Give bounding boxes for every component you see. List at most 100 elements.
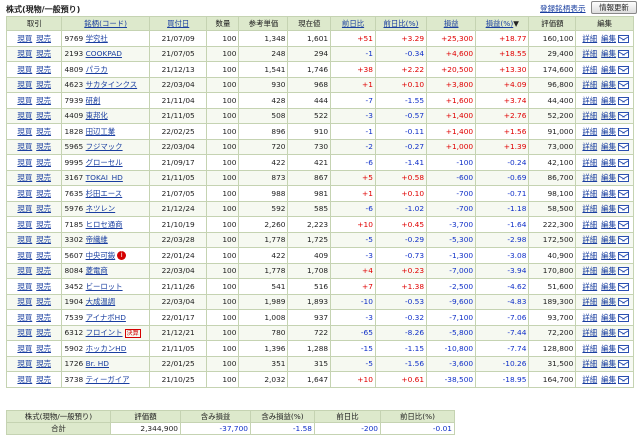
stock-name-link[interactable]: TOKAI_HD (86, 173, 123, 182)
stock-name-link[interactable]: 杉田エース (86, 189, 123, 198)
stock-name-link[interactable]: サカタインクス (86, 80, 138, 89)
sell-link[interactable]: 現売 (36, 173, 51, 182)
buy-link[interactable]: 現買 (17, 189, 32, 198)
mail-icon[interactable] (617, 189, 629, 198)
mail-icon[interactable] (617, 375, 629, 384)
sort-pl-pct-link[interactable]: 損益(%) (486, 19, 514, 28)
detail-link[interactable]: 詳細 (582, 127, 597, 136)
edit-link[interactable]: 編集 (601, 127, 616, 136)
stock-name-link[interactable]: アイナボHD (86, 313, 126, 322)
detail-link[interactable]: 詳細 (582, 173, 597, 182)
buy-link[interactable]: 現買 (17, 34, 32, 43)
sell-link[interactable]: 現売 (36, 204, 51, 213)
edit-link[interactable]: 編集 (601, 49, 616, 58)
sell-link[interactable]: 現売 (36, 49, 51, 58)
detail-link[interactable]: 詳細 (582, 251, 597, 260)
edit-link[interactable]: 編集 (601, 220, 616, 229)
sort-pl-link[interactable]: 損益 (444, 19, 459, 28)
sell-link[interactable]: 現売 (36, 189, 51, 198)
sell-link[interactable]: 現売 (36, 80, 51, 89)
buy-link[interactable]: 現買 (17, 251, 32, 260)
sell-link[interactable]: 現売 (36, 328, 51, 337)
sell-link[interactable]: 現売 (36, 65, 51, 74)
detail-link[interactable]: 詳細 (582, 313, 597, 322)
sell-link[interactable]: 現売 (36, 251, 51, 260)
sell-link[interactable]: 現売 (36, 359, 51, 368)
buy-link[interactable]: 現買 (17, 158, 32, 167)
mail-icon[interactable] (617, 50, 629, 59)
buy-link[interactable]: 現買 (17, 173, 32, 182)
mail-icon[interactable] (617, 298, 629, 307)
mail-icon[interactable] (617, 174, 629, 183)
stock-name-link[interactable]: フロイント (86, 328, 123, 337)
detail-link[interactable]: 詳細 (582, 142, 597, 151)
stock-name-link[interactable]: 中央可鍛 (86, 251, 116, 260)
sort-code-link[interactable]: 銘柄(コード) (84, 19, 127, 28)
detail-link[interactable]: 詳細 (582, 158, 597, 167)
buy-link[interactable]: 現買 (17, 375, 32, 384)
buy-link[interactable]: 現買 (17, 111, 32, 120)
detail-link[interactable]: 詳細 (582, 344, 597, 353)
edit-link[interactable]: 編集 (601, 328, 616, 337)
stock-name-link[interactable]: 菱電商 (86, 266, 108, 275)
detail-link[interactable]: 詳細 (582, 235, 597, 244)
mail-icon[interactable] (617, 251, 629, 260)
edit-link[interactable]: 編集 (601, 34, 616, 43)
edit-link[interactable]: 編集 (601, 204, 616, 213)
mail-icon[interactable] (617, 313, 629, 322)
sell-link[interactable]: 現売 (36, 266, 51, 275)
col-pl-pct[interactable]: 損益(%)▼ (475, 16, 530, 31)
detail-link[interactable]: 詳細 (582, 328, 597, 337)
edit-link[interactable]: 編集 (601, 359, 616, 368)
sell-link[interactable]: 現売 (36, 34, 51, 43)
stock-name-link[interactable]: 学究社 (86, 34, 108, 43)
edit-link[interactable]: 編集 (601, 313, 616, 322)
buy-link[interactable]: 現買 (17, 65, 32, 74)
sort-date-link[interactable]: 買付日 (167, 19, 189, 28)
sell-link[interactable]: 現売 (36, 375, 51, 384)
mail-icon[interactable] (617, 158, 629, 167)
info-icon[interactable]: i (117, 251, 127, 261)
mail-icon[interactable] (617, 220, 629, 229)
detail-link[interactable]: 詳細 (582, 297, 597, 306)
buy-link[interactable]: 現買 (17, 313, 32, 322)
buy-link[interactable]: 現買 (17, 127, 32, 136)
stock-name-link[interactable]: COOKPAD (86, 49, 122, 58)
buy-link[interactable]: 現買 (17, 359, 32, 368)
col-buy-date[interactable]: 買付日 (148, 16, 208, 31)
sell-link[interactable]: 現売 (36, 158, 51, 167)
detail-link[interactable]: 詳細 (582, 204, 597, 213)
detail-link[interactable]: 詳細 (582, 266, 597, 275)
stock-name-link[interactable]: 帝繊維 (86, 235, 108, 244)
edit-link[interactable]: 編集 (601, 189, 616, 198)
edit-link[interactable]: 編集 (601, 65, 616, 74)
mail-icon[interactable] (617, 267, 629, 276)
buy-link[interactable]: 現買 (17, 266, 32, 275)
stock-name-link[interactable]: ホッカンHD (86, 344, 127, 353)
sell-link[interactable]: 現売 (36, 142, 51, 151)
buy-link[interactable]: 現買 (17, 328, 32, 337)
edit-link[interactable]: 編集 (601, 96, 616, 105)
detail-link[interactable]: 詳細 (582, 65, 597, 74)
mail-icon[interactable] (617, 81, 629, 90)
detail-link[interactable]: 詳細 (582, 282, 597, 291)
edit-link[interactable]: 編集 (601, 80, 616, 89)
buy-link[interactable]: 現買 (17, 96, 32, 105)
detail-link[interactable]: 詳細 (582, 189, 597, 198)
stock-name-link[interactable]: Br. HD (86, 359, 109, 368)
mail-icon[interactable] (617, 344, 629, 353)
sell-link[interactable]: 現売 (36, 313, 51, 322)
detail-link[interactable]: 詳細 (582, 34, 597, 43)
stock-name-link[interactable]: ヒロセ通商 (86, 220, 123, 229)
edit-link[interactable]: 編集 (601, 375, 616, 384)
stock-name-link[interactable]: ティーガイア (86, 375, 130, 384)
sell-link[interactable]: 現売 (36, 297, 51, 306)
col-day-change-pct[interactable]: 前日比(%) (374, 16, 428, 31)
detail-link[interactable]: 詳細 (582, 96, 597, 105)
edit-link[interactable]: 編集 (601, 235, 616, 244)
detail-link[interactable]: 詳細 (582, 111, 597, 120)
mail-icon[interactable] (617, 65, 629, 74)
stock-name-link[interactable]: フジマック (86, 142, 123, 151)
registered-stocks-link[interactable]: 登録銘柄表示 (540, 3, 586, 14)
buy-link[interactable]: 現買 (17, 49, 32, 58)
